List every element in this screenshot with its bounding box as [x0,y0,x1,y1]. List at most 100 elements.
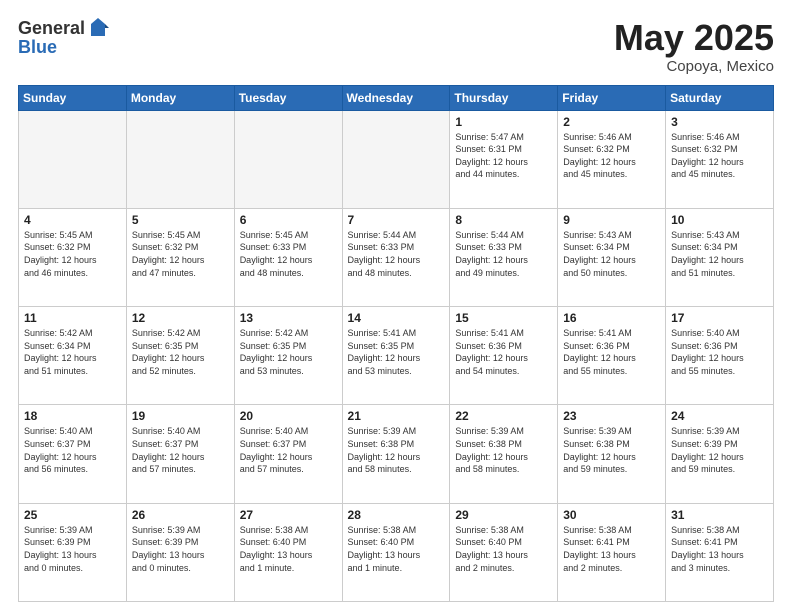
day-info: Sunrise: 5:43 AM Sunset: 6:34 PM Dayligh… [671,229,768,279]
day-cell: 6Sunrise: 5:45 AM Sunset: 6:33 PM Daylig… [234,208,342,306]
day-number: 8 [455,213,552,227]
day-number: 20 [240,409,337,423]
day-info: Sunrise: 5:39 AM Sunset: 6:39 PM Dayligh… [132,524,229,574]
day-number: 6 [240,213,337,227]
header-sunday: Sunday [19,85,127,110]
day-cell: 16Sunrise: 5:41 AM Sunset: 6:36 PM Dayli… [558,307,666,405]
logo-icon [87,18,109,38]
header: General Blue May 2025 Copoya, Mexico [18,18,774,75]
day-info: Sunrise: 5:38 AM Sunset: 6:41 PM Dayligh… [671,524,768,574]
week-row-3: 11 Sunrise: 5:42 AM Sunset: 6:34 PM Dayli… [19,307,774,405]
day-cell: 18Sunrise: 5:40 AM Sunset: 6:37 PM Dayli… [19,405,127,503]
day-info: Sunrise: 5:41 AM Sunset: 6:35 PM Dayligh… [348,327,445,377]
day-info: Sunrise: 5:45 AM Sunset: 6:32 PM Dayligh… [24,229,121,279]
day-cell: 14 Sunrise: 5:41 AM Sunset: 6:35 PM Dayli… [342,307,450,405]
day-info: Sunrise: 5:41 AM Sunset: 6:36 PM Dayligh… [455,327,552,377]
day-number: 4 [24,213,121,227]
day-number: 29 [455,508,552,522]
day-info: Sunrise: 5:42 AM Sunset: 6:35 PM Dayligh… [240,327,337,377]
day-number: 30 [563,508,660,522]
day-cell: 4 Sunrise: 5:45 AM Sunset: 6:32 PM Daylig… [19,208,127,306]
day-info: Sunrise: 5:39 AM Sunset: 6:38 PM Dayligh… [455,425,552,475]
day-info: Sunrise: 5:42 AM Sunset: 6:35 PM Dayligh… [132,327,229,377]
header-saturday: Saturday [666,85,774,110]
day-info: Sunrise: 5:38 AM Sunset: 6:41 PM Dayligh… [563,524,660,574]
weekday-header-row: Sunday Monday Tuesday Wednesday Thursday… [19,85,774,110]
day-info: Sunrise: 5:44 AM Sunset: 6:33 PM Dayligh… [455,229,552,279]
week-row-2: 4 Sunrise: 5:45 AM Sunset: 6:32 PM Daylig… [19,208,774,306]
day-number: 11 [24,311,121,325]
day-number: 1 [455,115,552,129]
header-wednesday: Wednesday [342,85,450,110]
day-number: 25 [24,508,121,522]
logo-text: General Blue [18,18,109,58]
day-cell [126,110,234,208]
logo: General Blue [18,18,109,58]
day-number: 26 [132,508,229,522]
month-title: May 2025 [614,18,774,58]
day-info: Sunrise: 5:38 AM Sunset: 6:40 PM Dayligh… [240,524,337,574]
calendar-table: Sunday Monday Tuesday Wednesday Thursday… [18,85,774,602]
title-area: May 2025 Copoya, Mexico [614,18,774,75]
week-row-5: 25 Sunrise: 5:39 AM Sunset: 6:39 PM Dayli… [19,503,774,601]
day-info: Sunrise: 5:40 AM Sunset: 6:36 PM Dayligh… [671,327,768,377]
day-number: 27 [240,508,337,522]
day-cell: 11 Sunrise: 5:42 AM Sunset: 6:34 PM Dayli… [19,307,127,405]
day-info: Sunrise: 5:39 AM Sunset: 6:39 PM Dayligh… [671,425,768,475]
logo-blue: Blue [18,37,109,58]
day-cell: 27 Sunrise: 5:38 AM Sunset: 6:40 PM Dayli… [234,503,342,601]
day-cell: 3Sunrise: 5:46 AM Sunset: 6:32 PM Daylig… [666,110,774,208]
day-number: 17 [671,311,768,325]
day-cell: 10Sunrise: 5:43 AM Sunset: 6:34 PM Dayli… [666,208,774,306]
day-info: Sunrise: 5:44 AM Sunset: 6:33 PM Dayligh… [348,229,445,279]
day-number: 22 [455,409,552,423]
day-info: Sunrise: 5:47 AM Sunset: 6:31 PM Dayligh… [455,131,552,181]
day-info: Sunrise: 5:42 AM Sunset: 6:34 PM Dayligh… [24,327,121,377]
day-info: Sunrise: 5:43 AM Sunset: 6:34 PM Dayligh… [563,229,660,279]
day-cell: 2 Sunrise: 5:46 AM Sunset: 6:32 PM Daylig… [558,110,666,208]
day-number: 24 [671,409,768,423]
day-number: 21 [348,409,445,423]
day-number: 7 [348,213,445,227]
day-cell: 21 Sunrise: 5:39 AM Sunset: 6:38 PM Dayli… [342,405,450,503]
day-number: 13 [240,311,337,325]
day-cell: 7 Sunrise: 5:44 AM Sunset: 6:33 PM Daylig… [342,208,450,306]
day-info: Sunrise: 5:45 AM Sunset: 6:32 PM Dayligh… [132,229,229,279]
day-number: 14 [348,311,445,325]
day-cell [342,110,450,208]
day-cell: 24 Sunrise: 5:39 AM Sunset: 6:39 PM Dayli… [666,405,774,503]
day-cell: 20 Sunrise: 5:40 AM Sunset: 6:37 PM Dayli… [234,405,342,503]
week-row-1: 1 Sunrise: 5:47 AM Sunset: 6:31 PM Daylig… [19,110,774,208]
day-info: Sunrise: 5:38 AM Sunset: 6:40 PM Dayligh… [348,524,445,574]
header-monday: Monday [126,85,234,110]
day-cell: 29 Sunrise: 5:38 AM Sunset: 6:40 PM Dayli… [450,503,558,601]
logo-general: General [18,18,85,39]
day-info: Sunrise: 5:39 AM Sunset: 6:38 PM Dayligh… [348,425,445,475]
day-cell: 12 Sunrise: 5:42 AM Sunset: 6:35 PM Dayli… [126,307,234,405]
day-number: 12 [132,311,229,325]
day-info: Sunrise: 5:40 AM Sunset: 6:37 PM Dayligh… [240,425,337,475]
day-number: 2 [563,115,660,129]
header-tuesday: Tuesday [234,85,342,110]
day-cell [234,110,342,208]
day-info: Sunrise: 5:46 AM Sunset: 6:32 PM Dayligh… [563,131,660,181]
day-number: 31 [671,508,768,522]
day-cell: 1 Sunrise: 5:47 AM Sunset: 6:31 PM Daylig… [450,110,558,208]
day-info: Sunrise: 5:38 AM Sunset: 6:40 PM Dayligh… [455,524,552,574]
location: Copoya, Mexico [614,58,774,75]
day-cell: 26 Sunrise: 5:39 AM Sunset: 6:39 PM Dayli… [126,503,234,601]
header-thursday: Thursday [450,85,558,110]
day-info: Sunrise: 5:39 AM Sunset: 6:39 PM Dayligh… [24,524,121,574]
day-cell: 25 Sunrise: 5:39 AM Sunset: 6:39 PM Dayli… [19,503,127,601]
day-cell [19,110,127,208]
day-number: 15 [455,311,552,325]
day-cell: 19Sunrise: 5:40 AM Sunset: 6:37 PM Dayli… [126,405,234,503]
week-row-4: 18Sunrise: 5:40 AM Sunset: 6:37 PM Dayli… [19,405,774,503]
header-friday: Friday [558,85,666,110]
day-cell: 31 Sunrise: 5:38 AM Sunset: 6:41 PM Dayli… [666,503,774,601]
day-cell: 9Sunrise: 5:43 AM Sunset: 6:34 PM Daylig… [558,208,666,306]
day-info: Sunrise: 5:40 AM Sunset: 6:37 PM Dayligh… [24,425,121,475]
page: General Blue May 2025 Copoya, Mexico Sun… [0,0,792,612]
day-cell: 23Sunrise: 5:39 AM Sunset: 6:38 PM Dayli… [558,405,666,503]
day-cell: 17 Sunrise: 5:40 AM Sunset: 6:36 PM Dayli… [666,307,774,405]
